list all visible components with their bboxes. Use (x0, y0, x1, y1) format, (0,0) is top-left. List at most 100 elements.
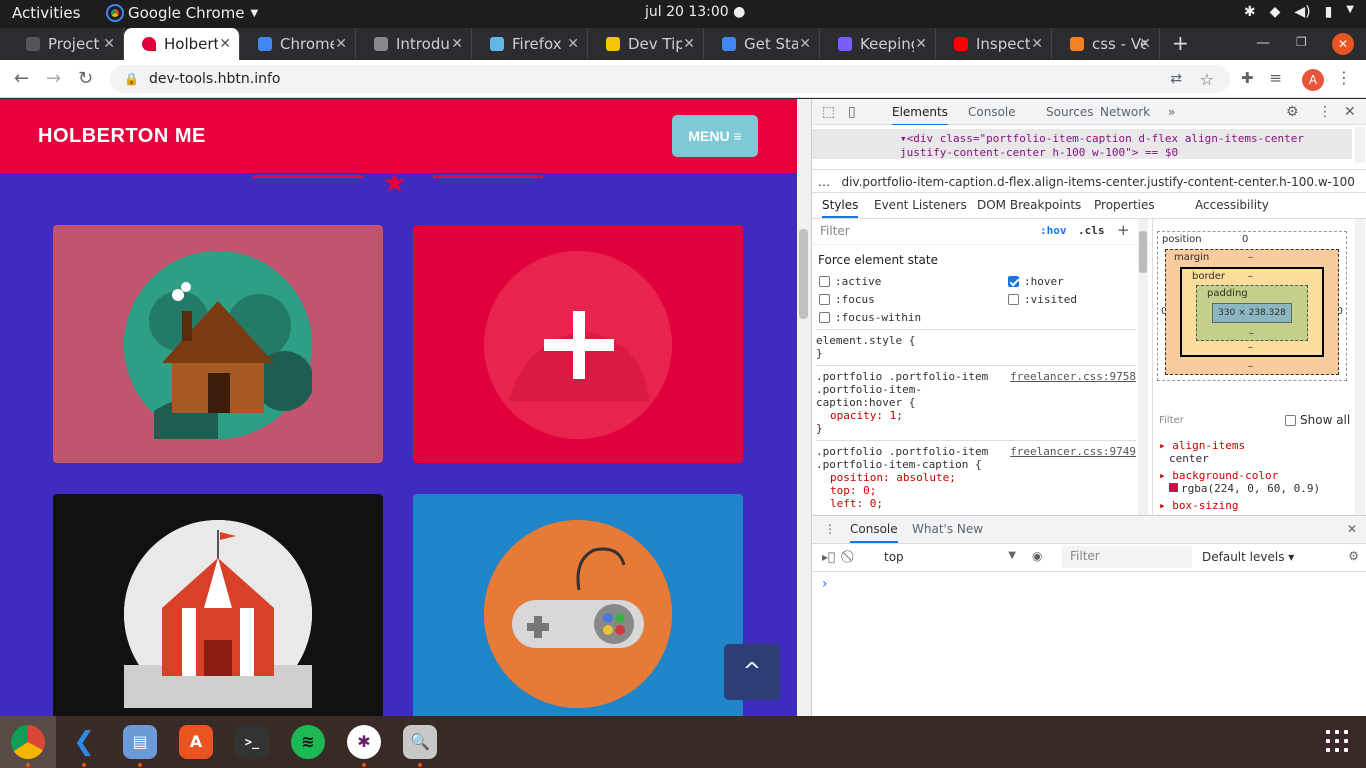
tab-whats-new[interactable]: What's New (912, 522, 983, 536)
close-icon[interactable]: ✕ (683, 36, 695, 52)
tab-firefox[interactable]: Firefox ✕ (472, 28, 588, 60)
settings-gear-icon[interactable]: ⚙ (1348, 549, 1359, 563)
minimize-icon[interactable]: — (1256, 35, 1270, 51)
styles-scrollbar[interactable] (1138, 219, 1148, 515)
app-menu[interactable]: Google Chrome ▼ (106, 4, 258, 22)
tab-introduction[interactable]: Introdu ✕ (356, 28, 472, 60)
portfolio-item-cake-hover[interactable] (413, 225, 743, 463)
tab-sources[interactable]: Sources (1046, 105, 1093, 119)
checkbox[interactable] (819, 312, 830, 323)
console-prompt[interactable]: › (822, 576, 828, 592)
tab-chrome[interactable]: Chrome ✕ (240, 28, 356, 60)
tab-holberton[interactable]: Holberto ✕ (124, 28, 240, 60)
slack-tray-icon[interactable]: ✱ (1244, 4, 1256, 20)
hov-toggle[interactable]: :hov (1040, 224, 1067, 237)
css-property[interactable]: position: absolute; (816, 471, 1136, 484)
scrollbar-thumb[interactable] (799, 229, 808, 319)
dom-node-line-1[interactable]: ▾<div class="portfolio-item-caption d-fl… (900, 132, 1304, 145)
close-icon[interactable]: ✕ (1347, 522, 1357, 536)
chevron-down-icon[interactable]: ▼ (1346, 4, 1354, 20)
context-selector[interactable]: top ▼ (884, 550, 1016, 564)
page-scrollbar[interactable] (797, 99, 811, 716)
source-link[interactable]: freelancer.css:9758 (1010, 370, 1136, 383)
css-property[interactable]: left: 0; (816, 497, 1136, 510)
tab-event-listeners[interactable]: Event Listeners (874, 198, 967, 212)
close-icon[interactable]: ✕ (915, 36, 927, 52)
tab-properties[interactable]: Properties (1094, 198, 1155, 212)
eye-icon[interactable]: ◉ (1032, 549, 1042, 563)
lock-icon[interactable]: 🔒 (124, 72, 139, 86)
show-apps-icon[interactable] (1326, 730, 1350, 754)
portfolio-item-cabin[interactable] (53, 225, 383, 463)
translate-icon[interactable]: ⇄ (1170, 71, 1182, 87)
log-levels-dropdown[interactable]: Default levels ▾ (1202, 550, 1294, 564)
device-toolbar-icon[interactable]: ▯ (848, 104, 856, 120)
tab-console[interactable]: Console (968, 105, 1016, 119)
tab-console-drawer[interactable]: Console (850, 522, 898, 543)
state-focus-within[interactable]: :focus-within (819, 311, 921, 324)
styles-filter-input[interactable]: Filter (820, 224, 850, 238)
new-rule-icon[interactable]: + (1117, 221, 1130, 239)
computed-prop[interactable]: ▸ align-items (1159, 439, 1359, 452)
close-icon[interactable]: ✕ (1344, 104, 1356, 120)
activities-button[interactable]: Activities (12, 4, 80, 22)
tab-elements[interactable]: Elements (892, 105, 948, 126)
clock[interactable]: jul 20 13:00 ● (645, 4, 745, 20)
kebab-menu-icon[interactable]: ⋮ (1336, 68, 1352, 87)
checkbox[interactable] (1008, 294, 1019, 305)
settings-gear-icon[interactable]: ⚙ (1286, 104, 1299, 120)
tab-keeping[interactable]: Keeping ✕ (820, 28, 936, 60)
tab-styles[interactable]: Styles (822, 198, 859, 218)
slack-icon[interactable]: ✱ (347, 725, 381, 759)
screenshot-icon[interactable]: 🔍 (403, 725, 437, 759)
breadcrumb-more-left[interactable]: … (818, 175, 838, 189)
battery-icon[interactable]: ▮ (1325, 4, 1333, 20)
maximize-icon[interactable]: ❐ (1296, 35, 1307, 49)
computed-filter-input[interactable]: Filter (1159, 415, 1184, 426)
checkbox[interactable] (819, 294, 830, 305)
back-icon[interactable]: ← (14, 68, 29, 89)
elements-scrollbar[interactable] (1355, 127, 1365, 163)
new-tab-icon[interactable]: + (1172, 31, 1189, 55)
color-swatch[interactable] (1169, 483, 1178, 492)
window-close-icon[interactable]: ✕ (1332, 33, 1354, 55)
extensions-puzzle-icon[interactable]: ✚ (1241, 69, 1254, 87)
tab-css[interactable]: css - Ve ✕ (1052, 28, 1160, 60)
site-brand[interactable]: HOLBERTON ME (38, 125, 206, 148)
portfolio-item-controller[interactable] (413, 494, 743, 716)
state-focus[interactable]: :focus (819, 293, 875, 306)
element-style-rule[interactable]: element.style { } (816, 329, 1136, 360)
state-visited[interactable]: :visited (1008, 293, 1077, 306)
box-content[interactable]: 330 × 238.328 (1212, 303, 1292, 323)
files-icon[interactable]: ▤ (123, 725, 157, 759)
inspect-element-icon[interactable]: ⬚ (822, 104, 835, 120)
software-center-icon[interactable]: A (179, 725, 213, 759)
scroll-to-top-button[interactable]: ^ (724, 644, 780, 700)
terminal-icon[interactable]: >_ (235, 725, 269, 759)
bookmark-star-icon[interactable]: ☆ (1200, 70, 1214, 89)
show-all-toggle[interactable]: Show all (1285, 413, 1350, 427)
close-icon[interactable]: ✕ (219, 36, 231, 52)
scrollbar-thumb[interactable] (1139, 231, 1147, 273)
state-hover[interactable]: :hover (1008, 275, 1064, 288)
drawer-menu-icon[interactable]: ⋮ (824, 522, 836, 536)
tab-dom-breakpoints[interactable]: DOM Breakpoints (977, 198, 1081, 212)
close-icon[interactable]: ✕ (567, 36, 579, 52)
sidebar-toggle-icon[interactable]: ▸⃞ (822, 550, 835, 564)
checkbox[interactable] (819, 276, 830, 287)
system-tray[interactable]: ✱ ◆ ◀) ▮ ▼ (1244, 4, 1354, 20)
volume-icon[interactable]: ◀) (1294, 4, 1310, 20)
spotify-icon[interactable]: ≋ (291, 725, 325, 759)
forward-icon[interactable]: → (46, 68, 61, 89)
wifi-icon[interactable]: ◆ (1270, 4, 1281, 20)
computed-prop[interactable]: ▸ background-color (1159, 469, 1359, 482)
more-tabs[interactable]: » (1168, 105, 1175, 119)
tab-project[interactable]: Project ✕ (8, 28, 124, 60)
tab-get-started[interactable]: Get Sta ✕ (704, 28, 820, 60)
css-rule-hover[interactable]: freelancer.css:9758 .portfolio .portfoli… (816, 365, 1136, 435)
tab-accessibility[interactable]: Accessibility (1195, 198, 1269, 212)
elements-tree[interactable]: ▾<div class="portfolio-item-caption d-fl… (812, 125, 1366, 169)
css-property[interactable]: opacity: 1; (816, 409, 1136, 422)
vscode-icon[interactable]: ❮ (67, 725, 101, 759)
tab-network[interactable]: Network (1100, 105, 1150, 119)
